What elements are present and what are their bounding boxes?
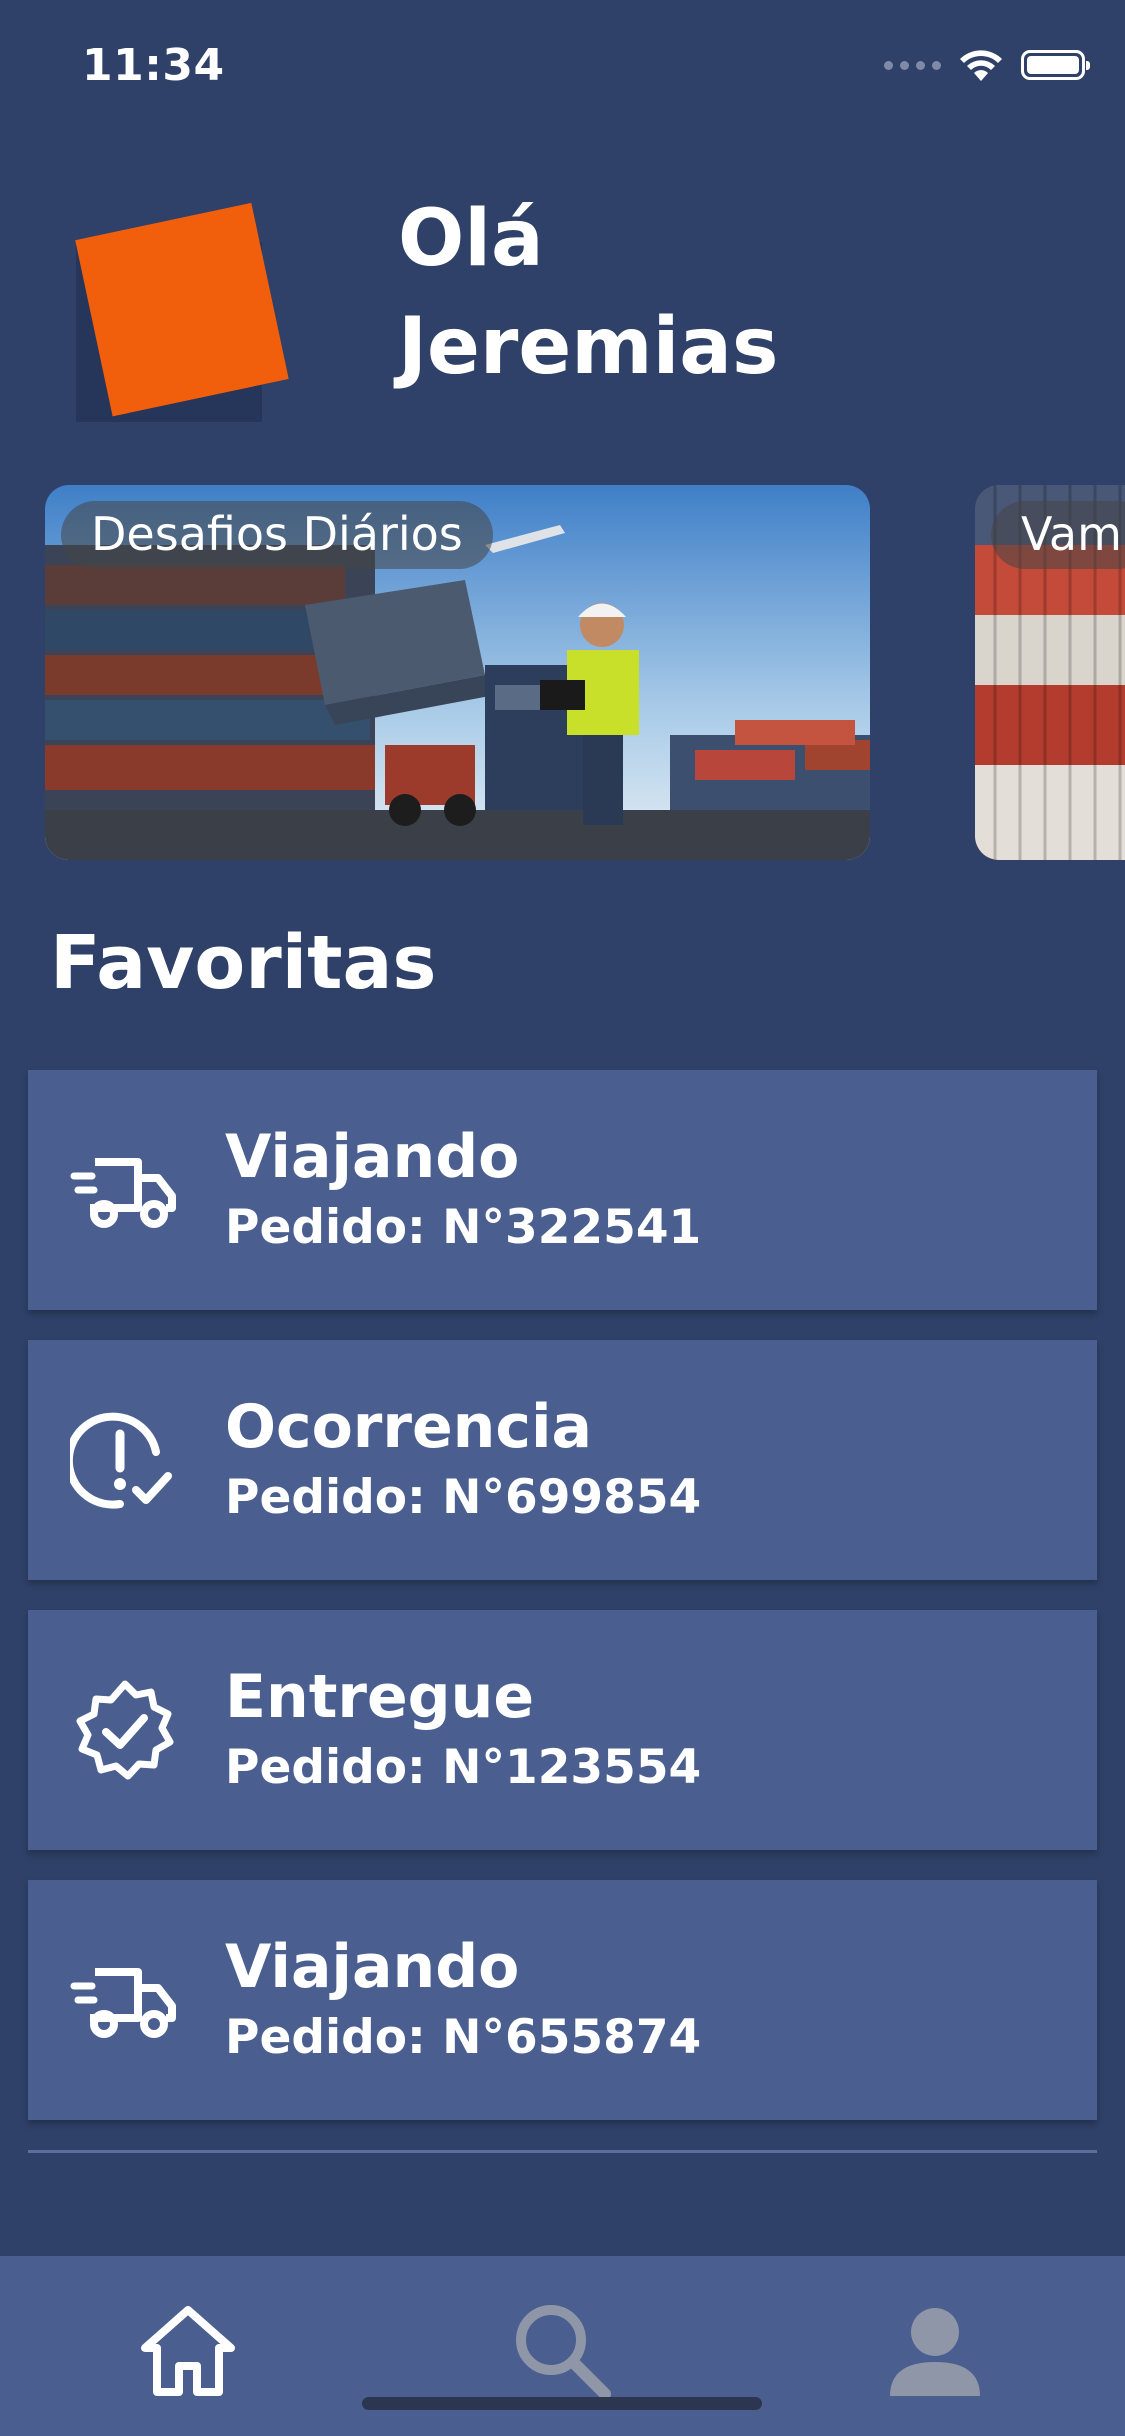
home-indicator <box>362 2397 762 2410</box>
favorite-order-item[interactable]: Entregue Pedido: N°123554 <box>28 1610 1097 1850</box>
challenges-carousel[interactable]: Desafios Diários Vam <box>0 485 1125 860</box>
greeting-user-name: Jeremias <box>398 302 779 392</box>
status-bar: 11:34 <box>0 0 1125 140</box>
wifi-icon <box>960 50 1002 81</box>
order-status: Entregue <box>225 1662 535 1732</box>
order-status: Viajando <box>225 1932 520 2002</box>
person-icon <box>890 2308 980 2396</box>
order-number: Pedido: N°655874 <box>225 2010 702 2065</box>
home-icon <box>141 2306 235 2396</box>
status-time: 11:34 <box>82 40 225 91</box>
truck-icon <box>70 1158 176 1228</box>
order-number: Pedido: N°699854 <box>225 1470 702 1525</box>
order-number: Pedido: N°322541 <box>225 1200 702 1255</box>
favorite-order-item[interactable]: Ocorrencia Pedido: N°699854 <box>28 1340 1097 1580</box>
order-number: Pedido: N°123554 <box>225 1740 702 1795</box>
favorites-title: Favoritas <box>50 920 437 1006</box>
truck-icon <box>70 1968 176 2038</box>
battery-icon <box>1021 50 1090 80</box>
header: Olá Jeremias <box>0 170 1125 430</box>
list-divider <box>28 2150 1097 2153</box>
favorite-order-item[interactable]: Viajando Pedido: N°322541 <box>28 1070 1097 1310</box>
carousel-card-label: Desafios Diários <box>61 501 493 569</box>
status-icons <box>884 48 1090 82</box>
order-status: Ocorrencia <box>225 1392 593 1462</box>
carousel-card-next[interactable]: Vam <box>975 485 1125 860</box>
greeting: Olá Jeremias <box>398 185 778 401</box>
carousel-card-daily-challenges[interactable]: Desafios Diários <box>45 485 870 860</box>
alert-check-icon <box>70 1412 172 1509</box>
carousel-card-label: Vam <box>991 501 1125 569</box>
order-status: Viajando <box>225 1122 520 1192</box>
search-icon <box>516 2305 611 2400</box>
tab-home[interactable] <box>133 2296 243 2406</box>
verified-badge-icon <box>76 1680 174 1780</box>
greeting-hello: Olá <box>398 194 544 284</box>
app-logo <box>75 202 289 422</box>
favorite-order-item[interactable]: Viajando Pedido: N°655874 <box>28 1880 1097 2120</box>
cellular-signal-icon <box>884 60 941 70</box>
tab-search[interactable] <box>507 2296 617 2406</box>
tab-profile[interactable] <box>880 2296 990 2406</box>
